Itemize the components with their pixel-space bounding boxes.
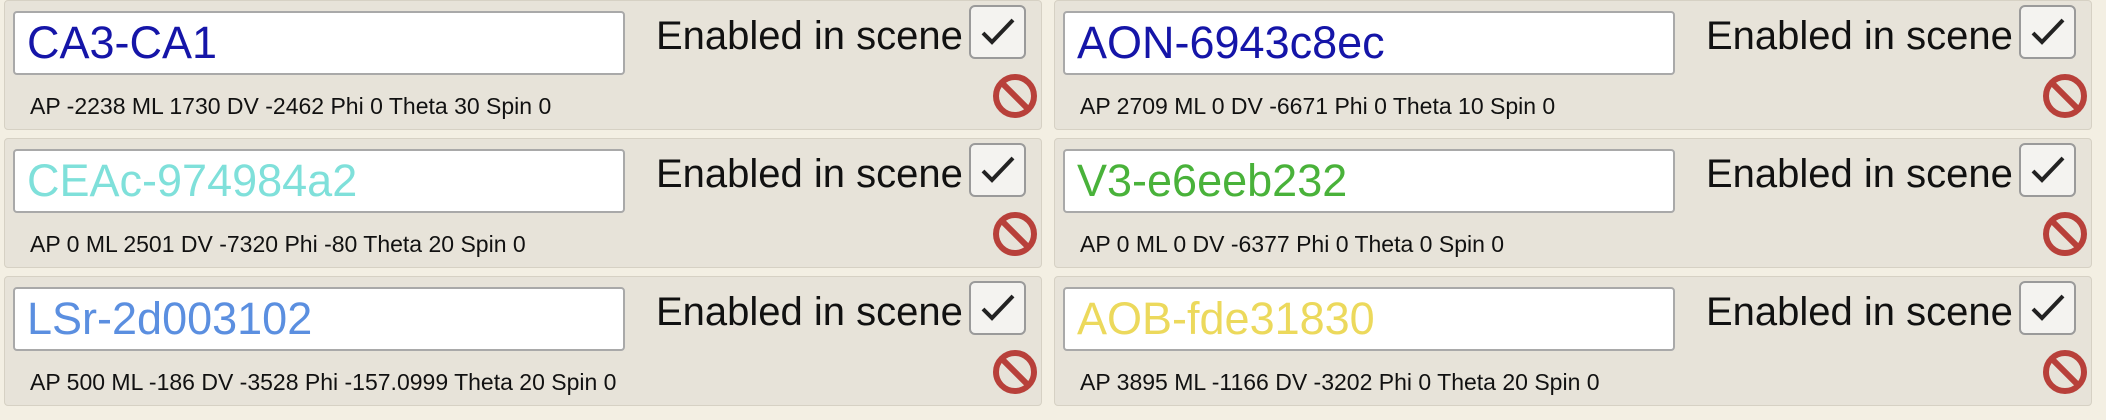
probe-coordinates: AP -2238 ML 1730 DV -2462 Phi 0 Theta 30… bbox=[30, 93, 552, 119]
checkmark-icon bbox=[2031, 294, 2065, 321]
enabled-checkbox[interactable] bbox=[2019, 143, 2076, 197]
probe-name-input[interactable]: AON-6943c8ec bbox=[1063, 11, 1675, 75]
probe-coordinates: AP 500 ML -186 DV -3528 Phi -157.0999 Th… bbox=[30, 369, 617, 395]
probe-name-input[interactable]: V3-e6eeb232 bbox=[1063, 149, 1675, 213]
no-entry-icon[interactable] bbox=[2042, 73, 2088, 119]
probe-name-input[interactable]: AOB-fde31830 bbox=[1063, 287, 1675, 351]
enabled-in-scene-label: Enabled in scene bbox=[1706, 152, 2013, 196]
checkmark-icon bbox=[981, 18, 1015, 45]
probe-card: CA3-CA1 Enabled in scene AP -2238 ML 173… bbox=[4, 0, 1042, 130]
probe-coordinates: AP 2709 ML 0 DV -6671 Phi 0 Theta 10 Spi… bbox=[1080, 93, 1556, 119]
checkmark-icon bbox=[2031, 18, 2065, 45]
probe-list: CA3-CA1 Enabled in scene AP -2238 ML 173… bbox=[0, 0, 2106, 420]
probe-name-input[interactable]: CA3-CA1 bbox=[13, 11, 625, 75]
checkmark-icon bbox=[981, 156, 1015, 183]
probe-card: CEAc-974984a2 Enabled in scene AP 0 ML 2… bbox=[4, 138, 1042, 268]
enabled-in-scene-label: Enabled in scene bbox=[656, 290, 963, 334]
probe-coordinates: AP 0 ML 2501 DV -7320 Phi -80 Theta 20 S… bbox=[30, 231, 526, 257]
enabled-in-scene-label: Enabled in scene bbox=[1706, 290, 2013, 334]
enabled-in-scene-label: Enabled in scene bbox=[656, 14, 963, 58]
no-entry-icon[interactable] bbox=[2042, 211, 2088, 257]
probe-coordinates: AP 3895 ML -1166 DV -3202 Phi 0 Theta 20… bbox=[1080, 369, 1600, 395]
no-entry-icon[interactable] bbox=[992, 211, 1038, 257]
probe-card: V3-e6eeb232 Enabled in scene AP 0 ML 0 D… bbox=[1054, 138, 2092, 268]
checkmark-icon bbox=[981, 294, 1015, 321]
checkmark-icon bbox=[2031, 156, 2065, 183]
enabled-checkbox[interactable] bbox=[969, 281, 1026, 335]
probe-name-input[interactable]: LSr-2d003102 bbox=[13, 287, 625, 351]
no-entry-icon[interactable] bbox=[2042, 349, 2088, 395]
enabled-checkbox[interactable] bbox=[2019, 5, 2076, 59]
no-entry-icon[interactable] bbox=[992, 349, 1038, 395]
enabled-checkbox[interactable] bbox=[969, 5, 1026, 59]
probe-name-input[interactable]: CEAc-974984a2 bbox=[13, 149, 625, 213]
probe-card: AOB-fde31830 Enabled in scene AP 3895 ML… bbox=[1054, 276, 2092, 406]
probe-card: LSr-2d003102 Enabled in scene AP 500 ML … bbox=[4, 276, 1042, 406]
probe-card: AON-6943c8ec Enabled in scene AP 2709 ML… bbox=[1054, 0, 2092, 130]
enabled-checkbox[interactable] bbox=[2019, 281, 2076, 335]
enabled-in-scene-label: Enabled in scene bbox=[1706, 14, 2013, 58]
no-entry-icon[interactable] bbox=[992, 73, 1038, 119]
enabled-in-scene-label: Enabled in scene bbox=[656, 152, 963, 196]
probe-coordinates: AP 0 ML 0 DV -6377 Phi 0 Theta 0 Spin 0 bbox=[1080, 231, 1505, 257]
enabled-checkbox[interactable] bbox=[969, 143, 1026, 197]
